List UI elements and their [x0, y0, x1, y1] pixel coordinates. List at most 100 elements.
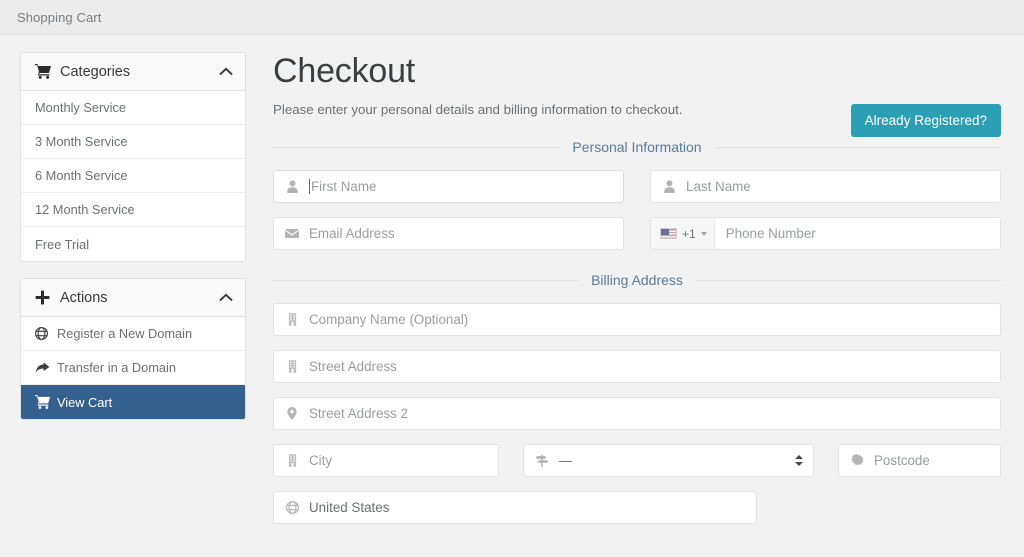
us-flag-icon: [660, 228, 677, 239]
plus-icon: [35, 290, 55, 305]
sidebar: Categories Monthly Service 3 Month Servi…: [20, 52, 246, 436]
share-arrow-icon: [35, 361, 57, 374]
text-cursor: [309, 179, 310, 194]
state-select[interactable]: —: [523, 444, 814, 477]
sidebar-item-register-a-new-domain[interactable]: Register a New Domain: [21, 317, 245, 351]
sidebar-item-6-month-service[interactable]: 6 Month Service: [21, 159, 245, 193]
state-col: —: [523, 444, 814, 477]
main-content: Checkout Please enter your personal deta…: [246, 52, 1010, 538]
street-address-2-placeholder: Street Address 2: [309, 406, 408, 421]
column-gap: [499, 444, 523, 477]
divider-line-right: [714, 146, 1001, 148]
actions-panel: Actions Register a New Domain Transfer i…: [20, 278, 246, 420]
already-registered-button[interactable]: Already Registered?: [850, 104, 1001, 137]
email-field[interactable]: Email Address: [273, 217, 624, 250]
chevron-up-icon[interactable]: [219, 67, 233, 76]
postcode-placeholder: Postcode: [874, 453, 930, 468]
page-body: Categories Monthly Service 3 Month Servi…: [0, 35, 1024, 538]
breadcrumb: Shopping Cart: [17, 9, 102, 25]
street-address-row: Street Address: [273, 350, 1001, 383]
sidebar-item-label: Register a New Domain: [57, 326, 193, 341]
building-icon: [284, 454, 300, 467]
company-col: Company Name (Optional): [273, 303, 1001, 336]
actions-panel-title: Actions: [60, 289, 108, 306]
sidebar-item-label: Monthly Service: [35, 100, 127, 115]
first-name-field[interactable]: First Name: [273, 170, 624, 203]
user-icon: [284, 180, 300, 193]
categories-panel-header[interactable]: Categories: [21, 53, 245, 91]
phone-placeholder: Phone Number: [725, 226, 816, 241]
user-icon: [661, 180, 677, 193]
country-selected-value: United States: [309, 500, 390, 515]
first-name-col: First Name: [273, 170, 624, 203]
building-icon: [284, 313, 300, 326]
envelope-icon: [284, 228, 300, 239]
sidebar-item-12-month-service[interactable]: 12 Month Service: [21, 193, 245, 227]
country-row: United States: [273, 491, 1001, 524]
postcode-col: Postcode: [838, 444, 1001, 477]
last-name-field[interactable]: Last Name: [650, 170, 1001, 203]
chevron-down-icon: [700, 231, 707, 236]
country-select[interactable]: United States: [273, 491, 757, 524]
postcode-field[interactable]: Postcode: [838, 444, 1001, 477]
sidebar-item-label: View Cart: [57, 394, 113, 410]
divider-line-right: [695, 279, 1002, 281]
city-field[interactable]: City: [273, 444, 499, 477]
select-spinner-icon: [787, 455, 803, 466]
street-address-2-field[interactable]: Street Address 2: [273, 397, 1001, 430]
column-gap: [624, 217, 650, 250]
sidebar-item-label: Transfer in a Domain: [57, 360, 177, 375]
company-name-field[interactable]: Company Name (Optional): [273, 303, 1001, 336]
email-col: Email Address: [273, 217, 624, 250]
personal-information-divider: Personal Information: [273, 139, 1001, 155]
map-marker-icon: [284, 407, 300, 420]
sidebar-item-monthly-service[interactable]: Monthly Service: [21, 91, 245, 125]
building-icon: [284, 360, 300, 373]
sidebar-item-free-trial[interactable]: Free Trial: [21, 227, 245, 261]
personal-information-heading: Personal Information: [572, 139, 702, 155]
state-selected-value: —: [559, 453, 573, 468]
column-gap: [814, 444, 838, 477]
street-address-col: Street Address: [273, 350, 1001, 383]
last-name-col: Last Name: [650, 170, 1001, 203]
last-name-placeholder: Last Name: [686, 179, 751, 194]
country-col: United States: [273, 491, 757, 524]
circle-icon: [849, 454, 865, 467]
company-row: Company Name (Optional): [273, 303, 1001, 336]
country-dial-code-selector[interactable]: +1: [651, 218, 715, 249]
map-signs-icon: [534, 454, 550, 467]
city-state-postcode-row: City — Postcode: [273, 444, 1001, 477]
cart-icon: [35, 64, 55, 79]
first-name-placeholder: First Name: [311, 179, 377, 194]
sidebar-item-view-cart[interactable]: View Cart: [21, 385, 245, 419]
actions-panel-header[interactable]: Actions: [21, 279, 245, 317]
billing-address-heading: Billing Address: [591, 272, 683, 288]
sidebar-item-label: 6 Month Service: [35, 168, 128, 183]
page-title: Checkout: [273, 52, 416, 90]
categories-panel: Categories Monthly Service 3 Month Servi…: [20, 52, 246, 262]
divider-line-left: [273, 146, 560, 148]
dial-code-label: +1: [682, 226, 696, 241]
company-name-placeholder: Company Name (Optional): [309, 312, 469, 327]
sidebar-item-label: 3 Month Service: [35, 134, 128, 149]
column-gap: [624, 170, 650, 203]
street-address-field[interactable]: Street Address: [273, 350, 1001, 383]
sidebar-item-transfer-in-a-domain[interactable]: Transfer in a Domain: [21, 351, 245, 385]
phone-col: +1 Phone Number: [650, 217, 1001, 250]
categories-panel-title: Categories: [60, 63, 131, 80]
street-address-placeholder: Street Address: [309, 359, 397, 374]
globe-icon: [284, 501, 300, 514]
contact-row: Email Address +1 Phone Number: [273, 217, 1001, 250]
city-placeholder: City: [309, 453, 333, 468]
chevron-up-icon[interactable]: [219, 293, 233, 302]
top-bar: Shopping Cart: [0, 0, 1024, 35]
billing-address-divider: Billing Address: [273, 272, 1002, 288]
sidebar-item-3-month-service[interactable]: 3 Month Service: [21, 125, 245, 159]
city-col: City: [273, 444, 499, 477]
phone-number-input[interactable]: Phone Number: [715, 218, 1000, 249]
divider-line-left: [273, 279, 579, 281]
globe-icon: [35, 327, 57, 340]
phone-field[interactable]: +1 Phone Number: [650, 217, 1001, 250]
street-address-2-row: Street Address 2: [273, 397, 1001, 430]
cart-icon: [35, 395, 57, 409]
